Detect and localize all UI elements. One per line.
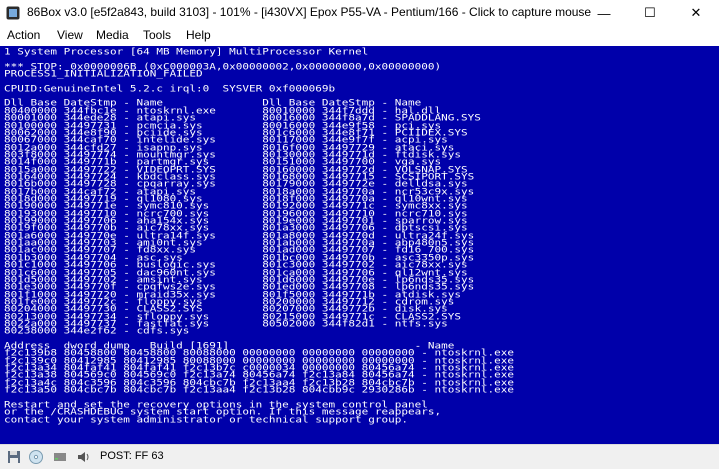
bsod-text-line: 1 System Processor [64 MB Memory] MultiP…	[4, 46, 369, 58]
post-code-status: POST: FF 63	[100, 450, 164, 462]
menu-bar: Action View Media Tools Help	[0, 26, 719, 46]
title-bar: 86Box v3.0 [e5f2a843, build 3103] - 101%…	[0, 0, 719, 26]
close-button[interactable]: ✕	[673, 0, 719, 26]
menu-help[interactable]: Help	[186, 28, 211, 42]
bsod-text-line: contact your system administrator or tec…	[4, 413, 408, 425]
status-bar: POST: FF 63	[0, 444, 719, 469]
bsod-text-line: f2c13a50 804cbc7b 804cbc7b f2c13aa4 f2c1…	[4, 384, 514, 396]
bsod-text-line: 80238000 344e2f62 - cdfs.sys	[4, 325, 190, 337]
86box-app-icon	[6, 6, 20, 20]
menu-action[interactable]: Action	[7, 28, 40, 42]
floppy-drive-icon[interactable]	[6, 449, 22, 465]
menu-media[interactable]: Media	[96, 28, 129, 42]
bsod-text-line: PROCESS1_INITIALIZATION_FAILED	[4, 68, 203, 80]
hard-disk-icon[interactable]	[52, 449, 68, 465]
minimize-button[interactable]: —	[581, 0, 627, 26]
maximize-button[interactable]: ☐	[627, 0, 673, 26]
window-title: 86Box v3.0 [e5f2a843, build 3103] - 101%…	[27, 5, 592, 19]
bsod-text-line: CPUID:GenuineIntel 5.2.c irql:0 SYSVER 0…	[4, 83, 336, 94]
menu-view[interactable]: View	[57, 28, 83, 42]
cdrom-drive-icon[interactable]	[28, 449, 44, 465]
menu-tools[interactable]: Tools	[143, 28, 171, 42]
emulator-screen[interactable]: 1 System Processor [64 MB Memory] MultiP…	[0, 46, 719, 444]
sound-speaker-icon[interactable]	[76, 449, 92, 465]
